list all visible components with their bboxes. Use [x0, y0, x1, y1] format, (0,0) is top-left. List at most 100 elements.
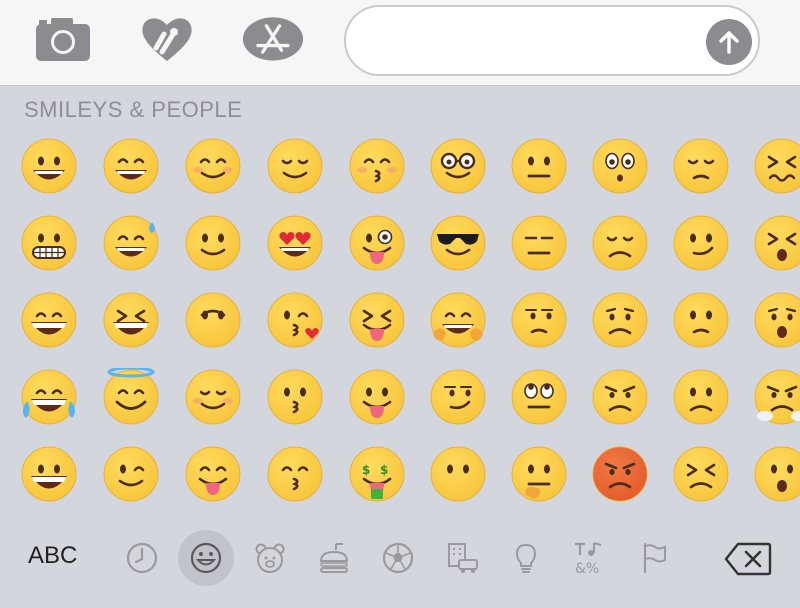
emoji-flushed-face[interactable] — [591, 137, 649, 195]
emoji-pensive-face[interactable] — [672, 137, 730, 195]
emoji-smiling-face[interactable] — [184, 368, 242, 426]
category-smileys[interactable] — [178, 530, 234, 586]
emoji-smirking-face[interactable] — [429, 368, 487, 426]
tongue-face-icon — [349, 369, 405, 425]
emoji-kissing-face[interactable] — [266, 368, 324, 426]
emoji-halo-face[interactable] — [102, 368, 160, 426]
svg-text:$: $ — [380, 463, 388, 477]
halo-face-icon — [103, 368, 159, 425]
camera-button[interactable] — [32, 14, 94, 64]
emoji-squinting-tongue[interactable] — [348, 291, 406, 349]
unamused-face-icon — [511, 292, 567, 348]
abc-button[interactable]: ABC — [28, 542, 77, 570]
category-objects[interactable] — [498, 530, 554, 586]
burger-icon — [319, 543, 349, 573]
emoji-confounded-face[interactable] — [753, 137, 800, 195]
kissing-heart-icon — [267, 292, 323, 348]
category-food[interactable] — [306, 530, 362, 586]
emoji-tired-face[interactable] — [753, 214, 800, 272]
symbols-icon: &% — [575, 542, 602, 576]
slightly-smiling-icon — [185, 215, 241, 271]
emoji-steam-nose-face[interactable] — [753, 368, 800, 426]
winking-face-icon — [103, 446, 159, 502]
worried-face-icon — [592, 292, 648, 348]
disappointed-face-icon — [592, 215, 648, 271]
smiling-face-icon — [185, 369, 241, 425]
emoji-sunglasses-face[interactable] — [429, 214, 487, 272]
emoji-unamused-face[interactable] — [510, 291, 568, 349]
clock-icon — [126, 542, 158, 574]
hushed-face-icon — [754, 446, 800, 502]
emoji-disappointed-face[interactable] — [591, 214, 649, 272]
emoji-nerd-face[interactable] — [429, 137, 487, 195]
camera-icon — [36, 18, 90, 61]
emoji-squinting-laugh[interactable] — [102, 291, 160, 349]
category-recent[interactable] — [114, 530, 170, 586]
emoji-worried-face[interactable] — [591, 291, 649, 349]
emoji-pouting-face[interactable] — [591, 445, 649, 503]
emoji-sweat-smile[interactable] — [102, 214, 160, 272]
emoji-yum-face[interactable] — [184, 445, 242, 503]
expressionless-face-icon — [511, 215, 567, 271]
kissing-closed-eyes-icon — [267, 446, 323, 502]
emoji-kissing-smiling-eyes[interactable] — [348, 137, 406, 195]
emoji-smiling-blush[interactable] — [184, 137, 242, 195]
emoji-winking-tongue[interactable] — [348, 214, 406, 272]
pouting-face-icon — [592, 446, 648, 502]
tired-face-icon — [754, 215, 800, 271]
emoji-thinking-face[interactable] — [510, 445, 568, 503]
angry-face-icon — [592, 369, 648, 425]
emoji-upside-down-face[interactable] — [184, 291, 242, 349]
emoji-grinning-big-eyes[interactable] — [20, 445, 78, 503]
flushed-face-icon — [592, 138, 648, 194]
emoji-relieved-face[interactable] — [266, 137, 324, 195]
emoji-grinning-smiling-eyes[interactable] — [102, 137, 160, 195]
emoji-grimacing-face[interactable] — [20, 214, 78, 272]
emoji-slightly-smiling[interactable] — [184, 214, 242, 272]
emoji-kissing-heart[interactable] — [266, 291, 324, 349]
svg-text:&%: &% — [575, 561, 599, 576]
smirking-face-icon — [430, 369, 486, 425]
bear-icon — [255, 543, 285, 573]
emoji-neutral-face[interactable] — [510, 137, 568, 195]
kissing-smiling-eyes-icon — [349, 138, 405, 194]
upside-down-face-icon — [185, 292, 241, 348]
message-field[interactable] — [344, 5, 760, 76]
emoji-beaming-face[interactable] — [20, 291, 78, 349]
emoji-heart-eyes[interactable] — [266, 214, 324, 272]
emoji-confused-face[interactable] — [672, 214, 730, 272]
emoji-winking-face[interactable] — [102, 445, 160, 503]
emoji-expressionless-face[interactable] — [510, 214, 568, 272]
emoji-weary-face[interactable] — [753, 291, 800, 349]
backspace-icon — [724, 542, 772, 576]
squinting-laugh-icon — [103, 292, 159, 348]
emoji-tongue-face[interactable] — [348, 368, 406, 426]
emoji-money-mouth[interactable]: $ $ — [348, 445, 406, 503]
emoji-no-mouth-face[interactable] — [429, 445, 487, 503]
relieved-face-icon — [267, 138, 323, 194]
emoji-grinning-face[interactable] — [20, 137, 78, 195]
category-travel[interactable] — [434, 530, 490, 586]
emoji-frowning-face[interactable] — [672, 368, 730, 426]
emoji-rolling-eyes[interactable] — [510, 368, 568, 426]
category-flags[interactable] — [626, 530, 682, 586]
emoji-tears-of-joy[interactable] — [20, 368, 78, 426]
emoji-angry-face[interactable] — [591, 368, 649, 426]
app-store-button[interactable] — [242, 14, 304, 64]
message-input[interactable] — [368, 25, 688, 59]
delete-button[interactable] — [724, 542, 772, 576]
smiling-blush-icon — [185, 138, 241, 194]
emoji-kissing-closed-eyes[interactable] — [266, 445, 324, 503]
arrow-up-icon — [719, 31, 739, 54]
send-button[interactable] — [706, 19, 752, 65]
svg-text:$: $ — [362, 463, 370, 477]
emoji-persevering-face[interactable] — [672, 445, 730, 503]
category-symbols[interactable]: &% — [562, 530, 618, 586]
emoji-slightly-frowning[interactable] — [672, 291, 730, 349]
emoji-hushed-face[interactable] — [753, 445, 800, 503]
emoji-hugging-face[interactable] — [429, 291, 487, 349]
category-animals[interactable] — [242, 530, 298, 586]
beaming-face-icon — [21, 292, 77, 348]
category-activity[interactable] — [370, 530, 426, 586]
digital-touch-button[interactable] — [136, 14, 198, 64]
